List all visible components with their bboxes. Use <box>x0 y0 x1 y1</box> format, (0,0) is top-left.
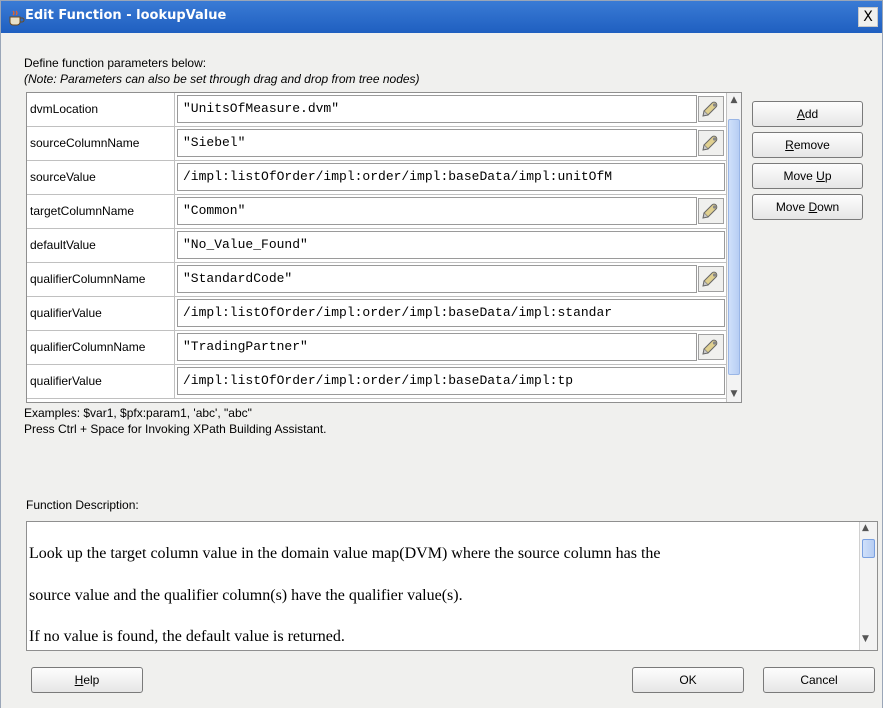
scroll-thumb[interactable] <box>862 539 875 558</box>
parameter-value-input[interactable]: /impl:listOfOrder/impl:order/impl:baseDa… <box>177 299 725 327</box>
parameter-row: defaultValue "No_Value_Found" <box>27 229 727 263</box>
pencil-picker-icon[interactable] <box>698 130 724 156</box>
parameter-name: qualifierValue <box>27 297 175 330</box>
parameter-row: qualifierColumnName "StandardCode" <box>27 263 727 297</box>
ok-button[interactable]: OK <box>632 667 744 693</box>
parameter-name: qualifierValue <box>27 365 175 398</box>
edit-function-dialog: Edit Function - lookupValue X Define fun… <box>0 0 883 708</box>
parameters-table: ▲ ▼ dvmLocation "UnitsOfMeasure.dvm" sourc… <box>26 92 742 403</box>
parameter-row: qualifierValue/impl:listOfOrder/impl:ord… <box>27 297 727 331</box>
parameter-value-input[interactable]: "No_Value_Found" <box>177 231 725 259</box>
scroll-thumb[interactable] <box>728 119 740 375</box>
parameter-row: qualifierColumnName "TradingPartner" <box>27 331 727 365</box>
pencil-picker-icon[interactable] <box>698 334 724 360</box>
pencil-picker-icon[interactable] <box>698 96 724 122</box>
scroll-up-icon[interactable]: ▲ <box>862 523 869 533</box>
parameter-name: dvmLocation <box>27 93 175 126</box>
parameter-row: qualifierValue/impl:listOfOrder/impl:ord… <box>27 365 727 399</box>
parameter-value-input[interactable]: "TradingPartner" <box>177 333 697 361</box>
description-scrollbar[interactable]: ▲ ▼ <box>859 522 877 650</box>
shortcut-hint: Press Ctrl + Space for Invoking XPath Bu… <box>24 422 327 436</box>
scroll-down-icon[interactable]: ▼ <box>862 634 869 644</box>
pencil-picker-icon[interactable] <box>698 266 724 292</box>
parameter-value-input[interactable]: "StandardCode" <box>177 265 697 293</box>
instructions-note: (Note: Parameters can also be set throug… <box>24 72 420 86</box>
remove-button[interactable]: Remove <box>752 132 863 158</box>
function-description-label: Function Description: <box>26 498 139 512</box>
scroll-up-icon[interactable]: ▲ <box>727 93 741 107</box>
close-icon: X <box>863 9 873 25</box>
parameter-name: defaultValue <box>27 229 175 262</box>
parameter-row: sourceValue/impl:listOfOrder/impl:order/… <box>27 161 727 195</box>
parameter-name: qualifierColumnName <box>27 263 175 296</box>
parameter-value-input[interactable]: "Siebel" <box>177 129 697 157</box>
coffee-cup-icon <box>7 9 25 27</box>
examples-hint: Examples: $var1, $pfx:param1, 'abc', "ab… <box>24 406 252 420</box>
instructions-text: Define function parameters below: <box>24 56 207 70</box>
close-button[interactable]: X <box>858 7 878 27</box>
move-down-button[interactable]: Move Down <box>752 194 863 220</box>
parameter-name: sourceValue <box>27 161 175 194</box>
window-title: Edit Function - lookupValue <box>25 8 227 23</box>
description-line: If no value is found, the default value … <box>29 628 345 645</box>
description-line: source value and the qualifier column(s)… <box>29 587 463 604</box>
function-description-box[interactable]: Look up the target column value in the d… <box>26 521 878 651</box>
description-line: Look up the target column value in the d… <box>29 545 661 562</box>
parameter-value-input[interactable]: "UnitsOfMeasure.dvm" <box>177 95 697 123</box>
parameter-name: sourceColumnName <box>27 127 175 160</box>
parameter-row: dvmLocation "UnitsOfMeasure.dvm" <box>27 93 727 127</box>
cancel-button[interactable]: Cancel <box>763 667 875 693</box>
parameter-row: targetColumnName "Common" <box>27 195 727 229</box>
help-button[interactable]: Help <box>31 667 143 693</box>
parameter-value-input[interactable]: /impl:listOfOrder/impl:order/impl:baseDa… <box>177 163 725 191</box>
parameter-name: targetColumnName <box>27 195 175 228</box>
parameter-value-input[interactable]: /impl:listOfOrder/impl:order/impl:baseDa… <box>177 367 725 395</box>
scroll-down-icon[interactable]: ▼ <box>727 387 741 401</box>
parameter-row: sourceColumnName "Siebel" <box>27 127 727 161</box>
move-up-button[interactable]: Move Up <box>752 163 863 189</box>
parameter-name: qualifierColumnName <box>27 331 175 364</box>
parameter-value-input[interactable]: "Common" <box>177 197 697 225</box>
add-button[interactable]: Add <box>752 101 863 127</box>
parameters-scrollbar[interactable]: ▲ ▼ <box>726 93 741 402</box>
title-bar[interactable]: Edit Function - lookupValue X <box>1 1 882 33</box>
pencil-picker-icon[interactable] <box>698 198 724 224</box>
